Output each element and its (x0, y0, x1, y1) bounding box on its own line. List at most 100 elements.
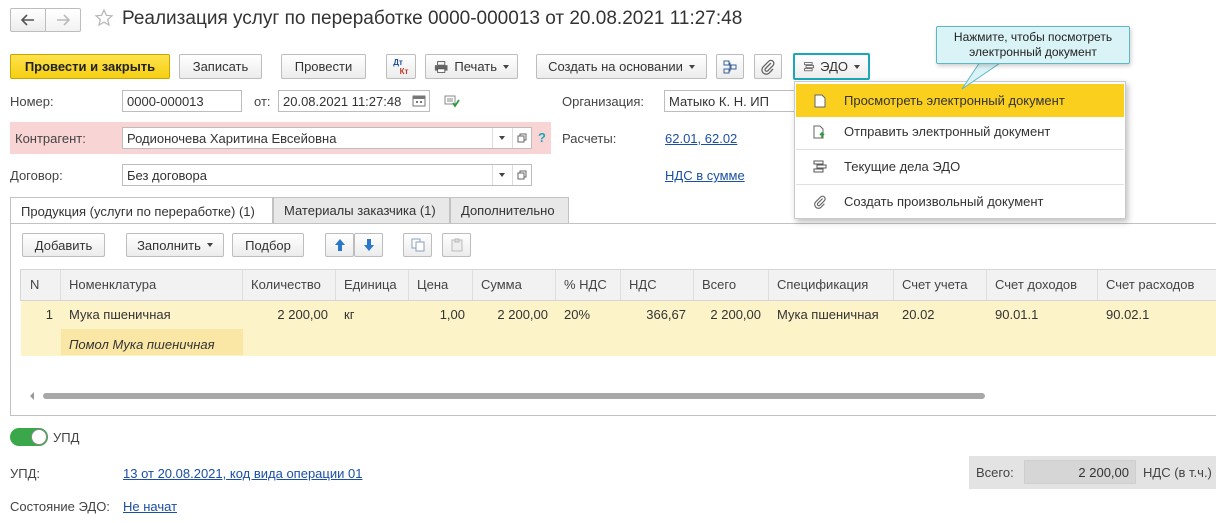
col-unit[interactable]: Единица (336, 270, 409, 300)
dt-kt-button[interactable]: Дт Кт (386, 54, 416, 79)
col-account[interactable]: Счет учета (894, 270, 987, 300)
total-label: Всего: (976, 465, 1014, 480)
row-expense[interactable]: 90.02.1 (1098, 300, 1216, 328)
col-item[interactable]: Номенклатура (61, 270, 243, 300)
select-button[interactable]: Подбор (232, 233, 304, 257)
row-account[interactable]: 20.02 (894, 300, 987, 328)
paste-button[interactable] (442, 233, 471, 257)
forward-button[interactable] (45, 8, 81, 32)
arrow-up-icon (334, 239, 345, 251)
tab-products[interactable]: Продукция (услуги по переработке) (1) (10, 197, 273, 224)
kt-label: Кт (399, 66, 409, 76)
fill-button[interactable]: Заполнить (126, 233, 224, 257)
vat-included-label: НДС (в т.ч.) (1143, 465, 1212, 480)
toggle-knob (31, 429, 47, 445)
row-total[interactable]: 2 200,00 (694, 300, 769, 328)
settlements-label: Расчеты: (562, 131, 617, 146)
contract-label: Договор: (10, 168, 63, 183)
menu-item-create-custom-document[interactable]: Создать произвольный документ (796, 185, 1124, 218)
copy-button[interactable] (403, 233, 432, 257)
row-vat[interactable]: 366,67 (621, 300, 694, 328)
col-sum[interactable]: Сумма (473, 270, 556, 300)
help-icon[interactable]: ? (538, 130, 546, 145)
col-price[interactable]: Цена (409, 270, 473, 300)
structure-icon (723, 60, 737, 73)
paperclip-icon (761, 59, 775, 75)
create-based-label: Создать на основании (548, 59, 683, 74)
row-income[interactable]: 90.01.1 (987, 300, 1098, 328)
move-down-button[interactable] (354, 233, 383, 257)
back-button[interactable] (10, 8, 46, 32)
attach-button[interactable] (754, 54, 782, 79)
tab-customer-materials[interactable]: Материалы заказчика (1) (273, 197, 450, 223)
open-window-icon (517, 170, 526, 180)
row-sum[interactable]: 2 200,00 (473, 300, 556, 328)
chevron-down-icon (498, 136, 505, 140)
arrow-right-icon (57, 14, 70, 26)
contract-open[interactable] (512, 165, 530, 185)
col-vat[interactable]: НДС (621, 270, 694, 300)
row-subitem[interactable]: Помол Мука пшеничная (61, 330, 243, 358)
date-field[interactable]: 20.08.2021 11:27:48 (278, 90, 430, 112)
col-qty[interactable]: Количество (243, 270, 336, 300)
upd-label: УПД: (10, 466, 41, 481)
structure-button[interactable] (716, 54, 744, 79)
col-income[interactable]: Счет доходов (987, 270, 1098, 300)
dt-label: Дт (393, 57, 403, 67)
tooltip-text: Нажмите, чтобы посмотреть электронный до… (953, 30, 1113, 59)
edo-button[interactable]: ЭДО (793, 53, 870, 80)
page-title: Реализация услуг по переработке 0000-000… (122, 8, 743, 29)
row-item[interactable]: Мука пшеничная (61, 300, 243, 328)
document-icon (814, 94, 826, 107)
upd-toggle[interactable] (10, 428, 48, 446)
create-based-on-button[interactable]: Создать на основании (536, 54, 707, 79)
post-button[interactable]: Провести (281, 54, 366, 79)
edo-state-link[interactable]: Не начат (123, 499, 177, 514)
chevron-down-icon (206, 243, 213, 247)
row-vat-rate[interactable]: 20% (556, 300, 621, 328)
counterparty-open[interactable] (512, 128, 530, 148)
arrow-down-icon (363, 239, 374, 251)
chevron-down-icon (688, 64, 695, 69)
paste-icon (451, 238, 462, 252)
row-spec[interactable]: Мука пшеничная (769, 300, 894, 328)
upd-toggle-label: УПД (53, 430, 80, 445)
counterparty-dropdown[interactable] (492, 128, 510, 148)
open-window-icon (517, 133, 526, 143)
col-vat-rate[interactable]: % НДС (556, 270, 621, 300)
row-price[interactable]: 1,00 (409, 300, 473, 328)
upd-link[interactable]: 13 от 20.08.2021, код вида операции 01 (123, 466, 362, 481)
vat-link[interactable]: НДС в сумме (665, 168, 745, 183)
contract-dropdown[interactable] (492, 165, 510, 185)
menu-item-current-edo-tasks[interactable]: Текущие дела ЭДО (796, 150, 1124, 183)
print-button[interactable]: Печать (425, 54, 518, 79)
counterparty-field[interactable]: Родионочева Харитина Евсейовна (122, 127, 532, 149)
col-spec[interactable]: Спецификация (769, 270, 894, 300)
organization-field[interactable]: Матыко К. Н. ИП (664, 90, 794, 112)
row-qty[interactable]: 2 200,00 (243, 300, 336, 328)
horizontal-scrollbar[interactable] (21, 389, 1216, 403)
row-unit[interactable]: кг (336, 300, 409, 328)
contract-field[interactable]: Без договора (122, 164, 532, 186)
col-expense[interactable]: Счет расходов (1098, 270, 1216, 300)
number-label: Номер: (10, 94, 54, 109)
col-n[interactable]: N (20, 270, 61, 300)
print-label: Печать (454, 59, 497, 74)
calendar-icon[interactable] (412, 94, 426, 107)
menu-item-label: Отправить электронный документ (844, 124, 1051, 139)
edo-tasks-icon (813, 160, 827, 172)
organization-label: Организация: (562, 94, 645, 109)
menu-item-send-document[interactable]: Отправить электронный документ (796, 115, 1124, 148)
add-button[interactable]: Добавить (22, 233, 105, 257)
tab-additional[interactable]: Дополнительно (450, 197, 569, 223)
arrow-left-icon (21, 14, 34, 26)
post-and-close-button[interactable]: Провести и закрыть (10, 54, 170, 79)
favorite-star-icon[interactable] (94, 8, 114, 28)
settlements-link[interactable]: 62.01, 62.02 (665, 131, 737, 146)
paperclip-icon (814, 195, 826, 209)
save-button[interactable]: Записать (179, 54, 262, 79)
col-total[interactable]: Всего (694, 270, 769, 300)
scrollbar-thumb[interactable] (43, 393, 985, 399)
number-field[interactable]: 0000-000013 (122, 90, 242, 112)
move-up-button[interactable] (325, 233, 354, 257)
